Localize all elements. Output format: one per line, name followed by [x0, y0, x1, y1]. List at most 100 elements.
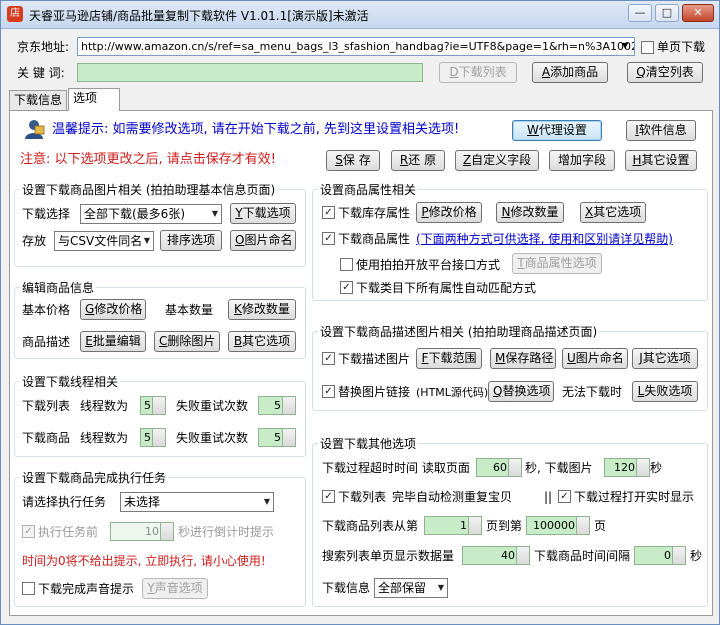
desc-group-title: 设置下载商品描述图片相关 (拍拍助理商品描述页面) [318, 325, 600, 339]
product-retry-spinner[interactable]: 5 [258, 428, 296, 447]
replace-options-text: 替换选项 [502, 384, 551, 398]
sound-options-text: 声音选项 [154, 581, 203, 595]
interval-spinner[interactable]: 0 [634, 546, 686, 565]
tab-download-info[interactable]: 下载信息 [9, 90, 67, 111]
range-to-spinner[interactable]: 100000 [526, 516, 590, 535]
list-check-label: 下载列表 [338, 490, 387, 504]
download-options-button[interactable]: Y下载选项 [230, 203, 296, 224]
desc-img-checkbox[interactable]: ✓ [322, 352, 335, 365]
about-software-button[interactable]: I软件信息 [626, 120, 696, 141]
edit-qty-button[interactable]: K修改数量 [228, 299, 296, 320]
list-threads-count-label: 线程数为 [80, 399, 129, 413]
attr-options-key: T [517, 256, 525, 270]
realtime-checkbox[interactable]: ✓ [558, 490, 571, 503]
keyword-label: 关 键 词: [17, 66, 65, 80]
fail-label: 无法下载时 [562, 385, 623, 399]
minimize-button[interactable]: — [628, 4, 652, 22]
img-timeout-spinner[interactable]: 120 [604, 458, 650, 477]
download-list-button[interactable]: D下载列表 [439, 62, 517, 83]
single-page-checkbox[interactable] [641, 41, 654, 54]
info-label: 下载信息 [322, 581, 371, 595]
about-text: 软件信息 [638, 123, 687, 137]
clear-list-text: 清空列表 [645, 65, 694, 79]
attr-edit-price-button[interactable]: P修改价格 [416, 202, 482, 223]
list-check-checkbox[interactable]: ✓ [322, 490, 335, 503]
attr-other-options-button[interactable]: X其它选项 [580, 202, 646, 223]
stock-attr-label: 下载库存属性 [338, 206, 411, 220]
save-path-button[interactable]: M保存路径 [490, 348, 556, 369]
store-dropdown[interactable]: 与CSV文件同名 [54, 231, 154, 251]
add-field-button[interactable]: 增加字段 [549, 150, 615, 171]
download-range-button[interactable]: F下载范围 [416, 348, 482, 369]
sound-label: 下载完成声音提示 [38, 582, 135, 596]
attr-edit-qty-button[interactable]: N修改数量 [496, 202, 564, 223]
custom-field-button[interactable]: Z自定义字段 [455, 150, 539, 171]
list-retry-spinner[interactable]: 5 [258, 396, 296, 415]
range-from-spinner[interactable]: 1 [424, 516, 482, 535]
edit-qty-text: 修改数量 [241, 302, 290, 316]
clear-list-button[interactable]: Q清空列表 [627, 62, 703, 83]
url-input[interactable]: http://www.amazon.cn/s/ref=sa_menu_bags_… [77, 37, 635, 56]
replace-link-label: 替换图片链接 [338, 385, 411, 399]
proxy-key: W [527, 123, 539, 137]
proxy-settings-button[interactable]: W代理设置 [512, 120, 602, 141]
sound-options-button[interactable]: Y声音选项 [142, 578, 208, 599]
sort-options-button[interactable]: 排序选项 [160, 230, 222, 251]
attr-edit-qty-text: 修改数量 [510, 205, 559, 219]
info-dropdown[interactable]: 全部保留 [374, 578, 448, 598]
range-unit-label: 页 [594, 519, 607, 533]
product-threads-spinner[interactable]: 5 [140, 428, 166, 447]
attr-options-button[interactable]: T商品属性选项 [512, 253, 602, 274]
url-dropdown-icon[interactable]: ▼ [622, 41, 628, 50]
desc-img-name-button[interactable]: U图片命名 [562, 348, 628, 369]
edit-price-button[interactable]: G修改价格 [80, 299, 146, 320]
desc-img-label: 下载描述图片 [338, 352, 411, 366]
product-retry-value: 5 [274, 431, 281, 444]
batch-edit-button[interactable]: E批量编辑 [80, 331, 146, 352]
tab-options[interactable]: 选项 [68, 88, 120, 111]
save-key: S [335, 153, 343, 167]
other-settings-button[interactable]: H其它设置 [625, 150, 697, 171]
edit-group-title: 编辑商品信息 [20, 281, 97, 295]
help-link[interactable]: (下面两种方式可供选择, 使用和区别请详见帮助) [416, 231, 673, 247]
desc-other-options-button[interactable]: J其它选项 [632, 348, 698, 369]
image-name-button[interactable]: O图片命名 [230, 230, 296, 251]
exec-before-checkbox[interactable]: ✓ [22, 525, 35, 538]
range-mid-label: 页到第 [486, 519, 523, 533]
attr-other-text: 其它选项 [593, 205, 642, 219]
other-settings-text: 其它设置 [641, 153, 690, 167]
edit-other-options-button[interactable]: B其它选项 [228, 331, 296, 352]
task-select-dropdown[interactable]: 未选择 [120, 492, 274, 512]
url-value: http://www.amazon.cn/s/ref=sa_menu_bags_… [81, 40, 635, 53]
restore-button[interactable]: R还 原 [391, 150, 445, 171]
title-bar[interactable]: 店 天睿亚马逊店铺/商品批量复制下载软件 V1.01.1[演示版]未激活 — □… [1, 1, 719, 29]
interval-value: 0 [664, 549, 671, 562]
delete-image-button[interactable]: C删除图片 [154, 331, 220, 352]
countdown-spinner[interactable]: 10 [110, 522, 174, 541]
product-retry-label: 失败重试次数 [176, 431, 249, 445]
auto-match-checkbox[interactable]: ✓ [340, 281, 353, 294]
task-group-title: 设置下载商品完成执行任务 [20, 471, 169, 485]
page-timeout-spinner[interactable]: 60 [476, 458, 522, 477]
replace-link-checkbox[interactable]: ✓ [322, 385, 335, 398]
fail-options-button[interactable]: L失败选项 [632, 381, 698, 402]
desc-img-name-text: 图片命名 [575, 351, 624, 365]
search-count-spinner[interactable]: 40 [462, 546, 530, 565]
list-threads-spinner[interactable]: 5 [140, 396, 166, 415]
image-select-dropdown[interactable]: 全部下载(最多6张) [80, 204, 222, 224]
clear-list-key: Q [636, 65, 646, 79]
save-button[interactable]: S保 存 [326, 150, 380, 171]
keyword-input[interactable] [77, 63, 423, 82]
add-product-button[interactable]: A添加商品 [532, 62, 608, 83]
stock-attr-checkbox[interactable]: ✓ [322, 206, 335, 219]
sound-checkbox[interactable] [22, 582, 35, 595]
replace-options-button[interactable]: Q替换选项 [488, 381, 554, 402]
range-to-value: 100000 [533, 519, 575, 532]
image-name-text: 图片命名 [244, 233, 293, 247]
product-attr-checkbox[interactable]: ✓ [322, 232, 335, 245]
api-mode-checkbox[interactable] [340, 258, 353, 271]
page-timeout-value: 60 [493, 461, 507, 474]
maximize-button[interactable]: □ [655, 4, 679, 22]
other-group-title: 设置下载其他选项 [318, 437, 419, 451]
close-button[interactable]: ✕ [682, 4, 714, 22]
